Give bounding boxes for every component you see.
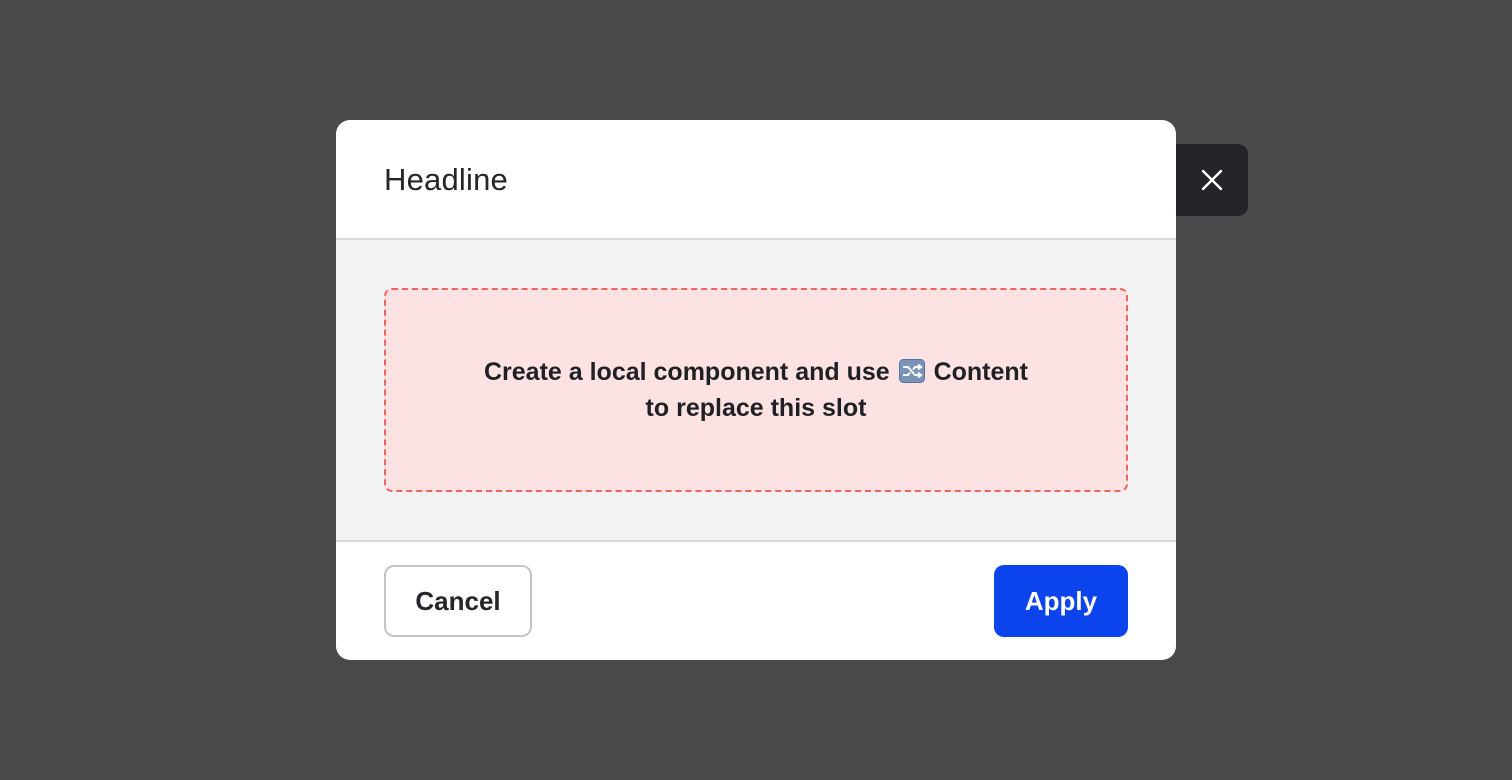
- close-icon: [1201, 169, 1223, 191]
- slot-text-part2: Content: [933, 358, 1028, 386]
- shuffle-icon: [898, 359, 925, 383]
- content-slot-placeholder: Create a local component and use Content…: [384, 288, 1128, 492]
- dialog: Headline Create a local component and us…: [336, 120, 1176, 660]
- dialog-header: Headline: [336, 120, 1176, 240]
- dialog-footer: Cancel Apply: [336, 542, 1176, 660]
- apply-button[interactable]: Apply: [994, 565, 1128, 637]
- close-button[interactable]: [1176, 144, 1248, 216]
- cancel-button[interactable]: Cancel: [384, 565, 532, 637]
- dialog-body: Create a local component and use Content…: [336, 240, 1176, 542]
- slot-instructions: Create a local component and use Content…: [456, 354, 1056, 426]
- dialog-title: Headline: [384, 162, 508, 197]
- slot-text-part1: Create a local component and use: [484, 358, 890, 386]
- slot-text-line2: to replace this slot: [645, 394, 867, 422]
